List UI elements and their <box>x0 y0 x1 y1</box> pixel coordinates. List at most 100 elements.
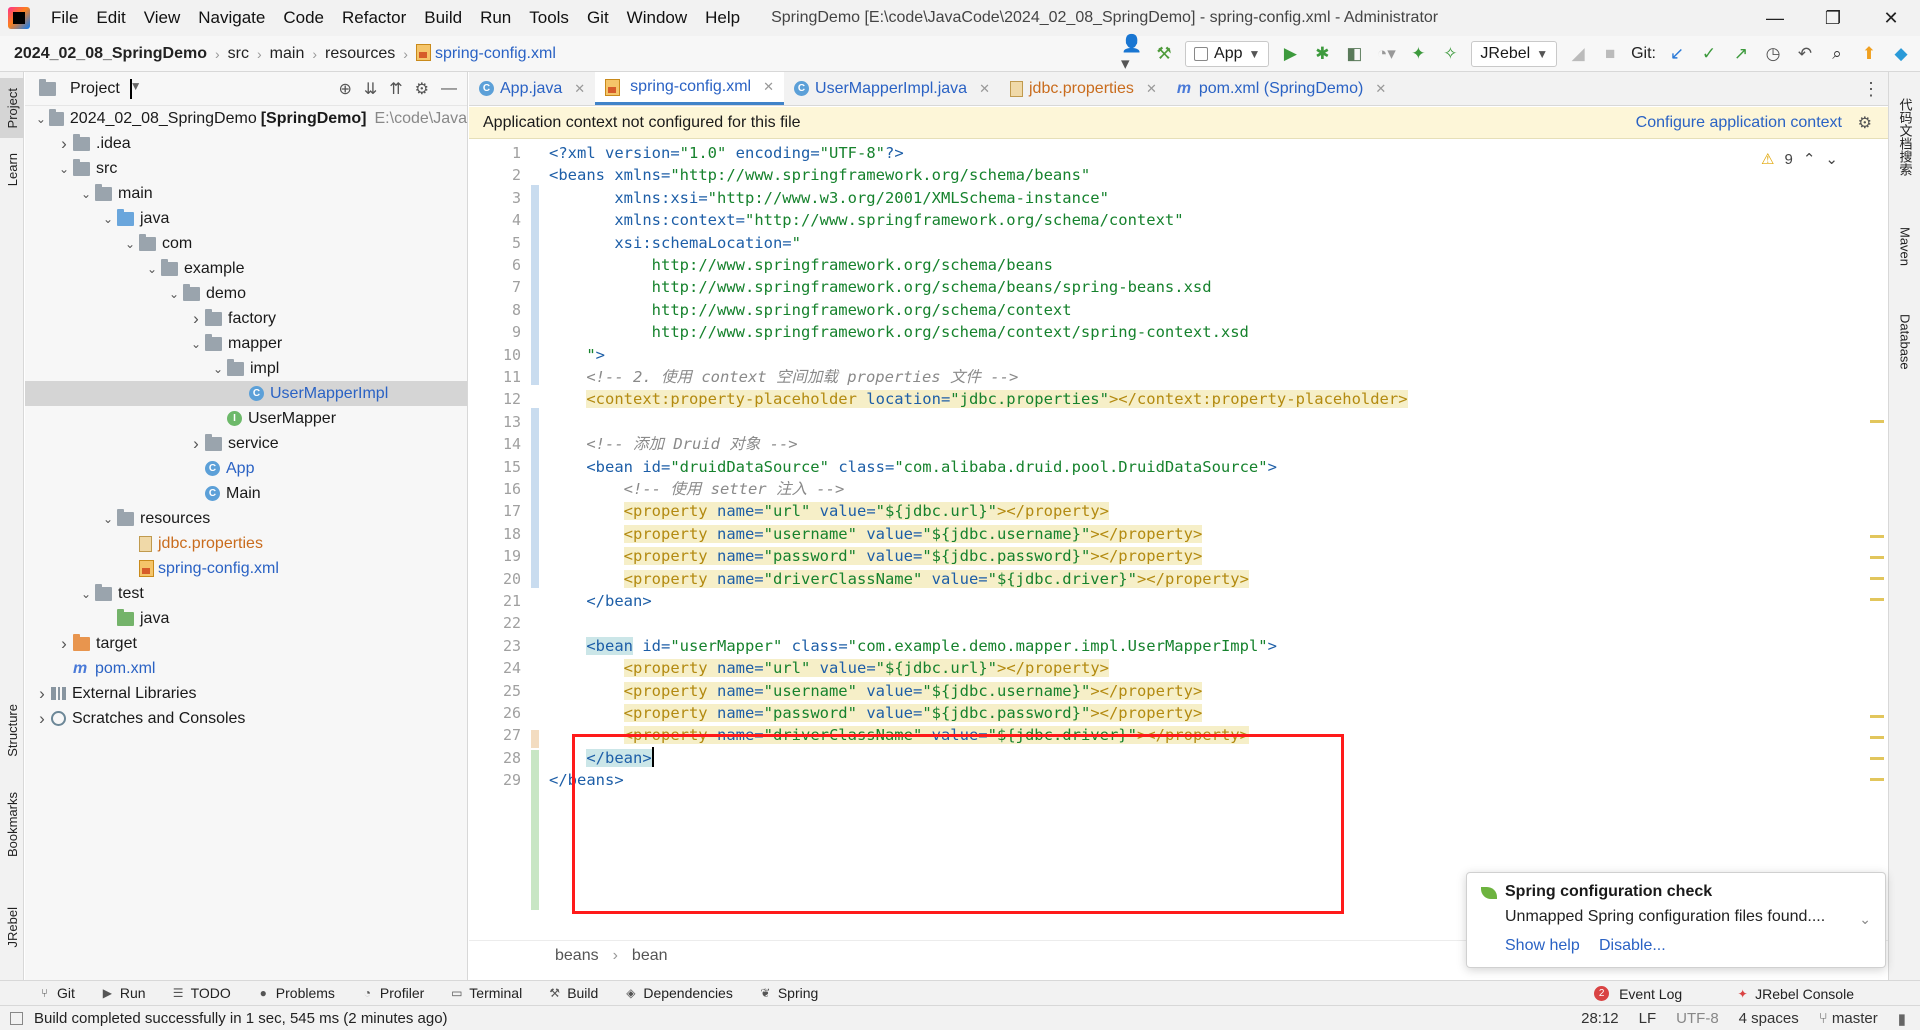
chevron-down-icon[interactable]: ⌄ <box>77 587 95 601</box>
chevron-down-icon[interactable]: ⌄ <box>33 112 49 126</box>
tab-database[interactable]: Database <box>1889 297 1920 387</box>
show-help-link[interactable]: Show help <box>1505 937 1580 955</box>
memory-icon[interactable]: ▮ <box>1898 1010 1906 1028</box>
disable-link[interactable]: Disable... <box>1599 937 1666 955</box>
tree-item[interactable]: ⌄ resources <box>25 506 467 531</box>
tab-learn[interactable]: Learn <box>0 142 24 198</box>
search-icon[interactable]: ⌕ <box>1826 43 1848 65</box>
tree-item[interactable]: › External Libraries <box>25 681 467 706</box>
chevron-right-icon[interactable]: › <box>33 709 51 729</box>
user-icon[interactable]: 👤▾ <box>1121 34 1143 73</box>
chevron-down-icon[interactable]: ▼ <box>129 78 142 99</box>
tool-window-dependencies-button[interactable]: ◈ Dependencies <box>624 985 733 1001</box>
breadcrumb-file[interactable]: spring-config.xml <box>408 44 564 63</box>
tree-item[interactable]: › service <box>25 431 467 456</box>
tree-item[interactable]: ⌄ mapper <box>25 331 467 356</box>
editor-tab[interactable]: m pom.xml (SpringDemo) ✕ <box>1167 72 1396 105</box>
tree-item[interactable]: I UserMapper <box>25 406 467 431</box>
tab-jrebel[interactable]: JRebel <box>0 892 24 962</box>
line-separator[interactable]: LF <box>1639 1010 1657 1027</box>
close-tab-icon[interactable]: ✕ <box>1375 81 1386 97</box>
editor-tab[interactable]: C UserMapperImpl.java ✕ <box>784 72 1000 105</box>
jrebel-select[interactable]: JRebel ▼ <box>1471 41 1558 67</box>
run-configuration-select[interactable]: App ▼ <box>1185 41 1270 67</box>
tree-item[interactable]: m pom.xml <box>25 656 467 681</box>
chevron-down-icon[interactable]: ⌄ <box>121 237 139 251</box>
attach-icon[interactable]: ◢ <box>1567 43 1589 65</box>
close-tab-icon[interactable]: ✕ <box>763 79 774 95</box>
chevron-down-icon[interactable]: ⌄ <box>1859 911 1871 928</box>
tree-item[interactable]: C App <box>25 456 467 481</box>
coverage-icon[interactable]: ◧ <box>1343 43 1365 65</box>
profile-icon[interactable]: ◔▾ <box>1375 43 1397 65</box>
chevron-down-icon[interactable]: ⌄ <box>187 337 205 351</box>
debug-icon[interactable]: ✱ <box>1311 43 1333 65</box>
chevron-down-icon[interactable]: ⌄ <box>165 287 183 301</box>
update-icon[interactable]: ⬆ <box>1858 43 1880 65</box>
tool-window-build-button[interactable]: ⚒ Build <box>548 985 598 1001</box>
chevron-right-icon[interactable]: › <box>33 684 51 704</box>
jrebel-debug-icon[interactable]: ✧ <box>1439 43 1461 65</box>
status-message[interactable]: Build completed successfully in 1 sec, 5… <box>34 1010 448 1027</box>
close-tab-icon[interactable]: ✕ <box>574 81 585 97</box>
tab-structure[interactable]: Structure <box>0 690 24 770</box>
chevron-down-icon[interactable]: ⌄ <box>99 512 117 526</box>
project-panel-title[interactable]: Project <box>70 80 120 98</box>
editor-scrollbar[interactable] <box>1868 140 1888 940</box>
tool-window-terminal-button[interactable]: ▭ Terminal <box>450 985 522 1001</box>
history-icon[interactable]: ◷ <box>1762 43 1784 65</box>
chevron-right-icon[interactable]: › <box>187 434 205 454</box>
tab-maven[interactable]: Maven <box>1889 207 1920 287</box>
tool-window-profiler-button[interactable]: ◔ Profiler <box>361 985 424 1001</box>
editor-tab[interactable]: spring-config.xml ✕ <box>595 72 785 105</box>
git-update-icon[interactable]: ↙ <box>1666 43 1688 65</box>
jrebel-run-icon[interactable]: ✦ <box>1407 43 1429 65</box>
tool-window-todo-button[interactable]: ☰ TODO <box>172 985 231 1001</box>
chevron-right-icon[interactable]: › <box>55 134 73 154</box>
tree-item[interactable]: ⌄ com <box>25 231 467 256</box>
rollback-icon[interactable]: ↶ <box>1794 43 1816 65</box>
minimize-button[interactable]: — <box>1746 0 1804 36</box>
toolbox-icon[interactable]: ◆ <box>1890 43 1912 65</box>
more-tabs-icon[interactable]: ⋮ <box>1862 72 1880 106</box>
tree-item[interactable]: › .idea <box>25 131 467 156</box>
chevron-down-icon[interactable]: ⌄ <box>143 262 161 276</box>
menu-refactor[interactable]: Refactor <box>333 0 415 36</box>
menu-edit[interactable]: Edit <box>87 0 134 36</box>
tree-item[interactable]: › Scratches and Consoles <box>25 706 467 731</box>
tree-item[interactable]: jdbc.properties <box>25 531 467 556</box>
menu-help[interactable]: Help <box>696 0 749 36</box>
close-tab-icon[interactable]: ✕ <box>979 81 990 97</box>
hide-icon[interactable]: — <box>441 80 457 98</box>
tree-item[interactable]: ⌄ src <box>25 156 467 181</box>
build-hammer-icon[interactable]: ⚒ <box>1153 43 1175 65</box>
chevron-down-icon[interactable]: ⌄ <box>99 212 117 226</box>
menu-code[interactable]: Code <box>274 0 333 36</box>
chevron-down-icon[interactable]: ⌄ <box>55 162 73 176</box>
caret-position[interactable]: 28:12 <box>1581 1010 1619 1027</box>
tree-item[interactable]: ⌄ test <box>25 581 467 606</box>
gear-icon[interactable]: ⚙ <box>1858 113 1872 133</box>
tool-window-git-button[interactable]: ⑂ Git <box>38 985 75 1001</box>
tree-item[interactable]: spring-config.xml <box>25 556 467 581</box>
tool-window-spring-button[interactable]: ❦ Spring <box>759 985 818 1001</box>
maximize-button[interactable]: ❐ <box>1804 0 1862 36</box>
stop-icon[interactable]: ■ <box>1599 43 1621 65</box>
tree-item[interactable]: C UserMapperImpl <box>25 381 467 406</box>
tab-project[interactable]: Project <box>0 78 24 138</box>
git-branch[interactable]: ⑂ master <box>1819 1010 1878 1027</box>
breadcrumb-main[interactable]: main <box>262 45 313 63</box>
tree-item[interactable]: java <box>25 606 467 631</box>
tree-item[interactable]: ⌄ example <box>25 256 467 281</box>
configure-context-link[interactable]: Configure application context <box>1636 114 1842 132</box>
tool-window-run-button[interactable]: ▶ Run <box>101 985 146 1001</box>
tool-window-problems-button[interactable]: ● Problems <box>257 985 335 1001</box>
chevron-down-icon[interactable]: ⌄ <box>209 362 227 376</box>
menu-view[interactable]: View <box>135 0 190 36</box>
inspection-widget[interactable]: ⚠ 9 ⌃ ⌄ <box>1761 150 1838 169</box>
breadcrumb-project[interactable]: 2024_02_08_SpringDemo <box>14 45 215 63</box>
editor-crumb-bean[interactable]: bean <box>632 947 668 965</box>
menu-tools[interactable]: Tools <box>520 0 578 36</box>
menu-file[interactable]: File <box>42 0 87 36</box>
indent-setting[interactable]: 4 spaces <box>1739 1010 1799 1027</box>
